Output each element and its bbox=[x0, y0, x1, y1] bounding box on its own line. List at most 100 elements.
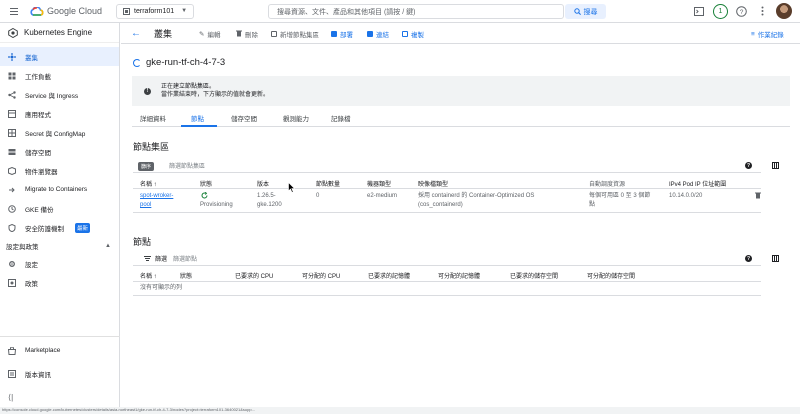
filter-label: 篩選 bbox=[155, 257, 168, 263]
search-button[interactable]: 搜尋 bbox=[565, 4, 606, 19]
sidebar-item-label: Secret 與 ConfigMap bbox=[25, 130, 86, 138]
project-selector[interactable]: terraform101 ▼ bbox=[116, 3, 195, 19]
operations-log-button[interactable]: ≡ 作業紀錄 bbox=[751, 29, 784, 40]
column-header-requested-storage[interactable]: 已要求的儲存空間 bbox=[510, 271, 558, 280]
help-icon[interactable]: ? bbox=[745, 255, 752, 262]
trash-icon bbox=[236, 30, 242, 39]
column-display-icon[interactable] bbox=[772, 255, 779, 262]
hamburger-menu-icon[interactable] bbox=[10, 7, 18, 15]
column-header-allocatable-cpu[interactable]: 可分配的 CPU bbox=[302, 271, 340, 280]
table-divider bbox=[133, 212, 761, 213]
sidebar-item-clusters[interactable]: 叢集 bbox=[0, 47, 119, 66]
column-header-ipv4-range[interactable]: IPv4 Pod IP 位址範圍 bbox=[669, 179, 726, 188]
tab-details[interactable]: 詳細資料 bbox=[140, 113, 166, 123]
help-icon[interactable]: ? bbox=[735, 5, 747, 17]
tab-storage[interactable]: 儲存空間 bbox=[231, 113, 257, 123]
sidebar-item-services[interactable]: Service 與 Ingress bbox=[0, 85, 119, 104]
column-header-name[interactable]: 名稱 ↑ bbox=[140, 271, 157, 280]
clusters-icon bbox=[8, 52, 16, 61]
status-url: https://console.cloud.google.com/kuberne… bbox=[2, 407, 255, 412]
table-divider bbox=[133, 188, 761, 189]
mouse-cursor-icon bbox=[288, 182, 295, 193]
edit-label: 編輯 bbox=[207, 32, 221, 39]
google-cloud-logo[interactable]: Google Cloud bbox=[30, 6, 102, 16]
node-pool-name-link[interactable]: spot-wroker- pool bbox=[140, 192, 173, 210]
tab-nodes[interactable]: 節點 bbox=[191, 113, 204, 123]
column-header-requested-cpu[interactable]: 已要求的 CPU bbox=[235, 271, 273, 280]
duplicate-button[interactable]: 複製 bbox=[402, 29, 424, 39]
delete-node-pool-icon[interactable] bbox=[755, 192, 761, 201]
sidebar-footer: Marketplace 版本資訊 ⟨| bbox=[0, 336, 120, 402]
sidebar-item-backup[interactable]: GKE 備份 bbox=[0, 199, 119, 218]
tab-logs[interactable]: 記錄檔 bbox=[331, 113, 351, 123]
product-title: Kubernetes Engine bbox=[24, 28, 93, 37]
column-header-name[interactable]: 名稱 ↑ bbox=[140, 179, 157, 188]
new-badge: 最新 bbox=[75, 222, 91, 233]
sidebar-item-marketplace[interactable]: Marketplace bbox=[0, 341, 120, 360]
column-header-allocatable-memory[interactable]: 可分配的記憶體 bbox=[438, 271, 480, 280]
sidebar-item-migrate[interactable]: Migrate to Containers bbox=[0, 180, 119, 199]
cloud-logo-icon bbox=[30, 6, 44, 16]
sidebar-item-applications[interactable]: 應用程式 bbox=[0, 104, 119, 123]
sidebar-item-label: 叢集 bbox=[25, 54, 38, 62]
sidebar-item-object-browser[interactable]: 物件瀏覽器 bbox=[0, 161, 119, 180]
search-input[interactable]: 搜尋資源、文件、產品和其他項目 (請按 / 鍵) bbox=[268, 4, 564, 19]
node-pool-image-type: 採用 containerd 的 Container-Optimized OS (… bbox=[418, 192, 534, 210]
sidebar-item-release-notes[interactable]: 版本資訊 bbox=[0, 364, 120, 383]
sidebar-item-label: 政策 bbox=[25, 280, 38, 288]
policy-icon bbox=[8, 278, 16, 287]
version-line: 1.26.5- bbox=[257, 193, 276, 199]
table-divider bbox=[133, 295, 761, 296]
column-display-icon[interactable] bbox=[772, 162, 779, 169]
deploy-button[interactable]: 部署 bbox=[331, 29, 353, 39]
pencil-icon: ✎ bbox=[199, 31, 205, 38]
nodes-filter-bar[interactable]: 篩選 篩選節點 bbox=[133, 252, 761, 266]
svg-text:?: ? bbox=[739, 8, 743, 15]
cloud-shell-icon[interactable] bbox=[693, 5, 705, 17]
column-header-image-type[interactable]: 映像檔類型 bbox=[418, 179, 448, 188]
sidebar-item-secrets[interactable]: Secret 與 ConfigMap bbox=[0, 123, 119, 142]
sidebar-item-settings[interactable]: 設定 bbox=[0, 254, 119, 273]
column-header-version[interactable]: 版本 bbox=[257, 179, 269, 188]
column-header-node-count[interactable]: 節點數量 bbox=[316, 179, 340, 188]
column-header-status[interactable]: 狀態 bbox=[200, 179, 212, 188]
main-content: ← 叢集 ✎ 編輯 刪除 新增節點集區 部署 連結 複製 ≡ 作業紀錄 gke-… bbox=[121, 23, 800, 407]
node-pool-status: Provisioning bbox=[200, 202, 233, 208]
edit-button[interactable]: ✎ 編輯 bbox=[199, 29, 220, 39]
node-pool-machine-type: e2-medium bbox=[367, 193, 398, 199]
autoscale-line: 每個可用區 0 至 3 個節 bbox=[589, 193, 651, 199]
empty-table-message: 沒有可顯示的列 bbox=[140, 285, 183, 291]
sidebar-item-storage[interactable]: 儲存空間 bbox=[0, 142, 119, 161]
collapse-sidebar-icon[interactable]: ⟨| bbox=[8, 393, 120, 402]
provisioning-icon bbox=[201, 191, 208, 201]
node-pool-count: 0 bbox=[316, 193, 320, 199]
copy-icon bbox=[402, 31, 408, 37]
column-header-allocatable-storage[interactable]: 可分配的儲存空間 bbox=[587, 271, 635, 280]
table-divider bbox=[133, 281, 761, 282]
connect-button[interactable]: 連結 bbox=[367, 29, 389, 39]
cluster-heading: gke-run-tf-ch-4-7-3 bbox=[133, 57, 225, 68]
node-pools-filter-bar[interactable]: 篩選節點集區 bbox=[133, 159, 761, 173]
sidebar-item-policy[interactable]: 政策 bbox=[0, 273, 119, 292]
help-icon[interactable]: ? bbox=[745, 162, 752, 169]
sidebar-item-workloads[interactable]: 工作負載 bbox=[0, 66, 119, 85]
delete-button[interactable]: 刪除 bbox=[236, 29, 258, 39]
kubernetes-engine-icon bbox=[8, 27, 18, 38]
sidebar-item-security[interactable]: 安全防護機制 最新 bbox=[0, 218, 119, 237]
more-options-icon[interactable] bbox=[756, 5, 768, 17]
page-title: 叢集 bbox=[154, 28, 173, 39]
node-pool-name-line: pool bbox=[140, 202, 152, 208]
column-header-autoscaling[interactable]: 自動調度資源 bbox=[589, 179, 625, 188]
avatar[interactable] bbox=[776, 3, 792, 19]
add-node-pool-button[interactable]: 新增節點集區 bbox=[271, 29, 319, 39]
sidebar-section-settings-policy[interactable]: 設定與政策 ▲ bbox=[0, 237, 119, 254]
action-bar: ← 叢集 bbox=[121, 23, 800, 44]
column-header-machine-type[interactable]: 機器類型 bbox=[367, 179, 391, 188]
add-node-pool-label: 新增節點集區 bbox=[280, 32, 319, 39]
column-header-requested-memory[interactable]: 已要求的記憶體 bbox=[368, 271, 410, 280]
tab-observability[interactable]: 觀測能力 bbox=[283, 113, 309, 123]
column-header-status[interactable]: 狀態 bbox=[180, 271, 192, 280]
back-arrow-icon[interactable]: ← bbox=[131, 28, 141, 39]
notification-badge[interactable]: 1 bbox=[713, 4, 728, 19]
node-pool-ip-range: 10.14.0.0/20 bbox=[669, 193, 703, 199]
